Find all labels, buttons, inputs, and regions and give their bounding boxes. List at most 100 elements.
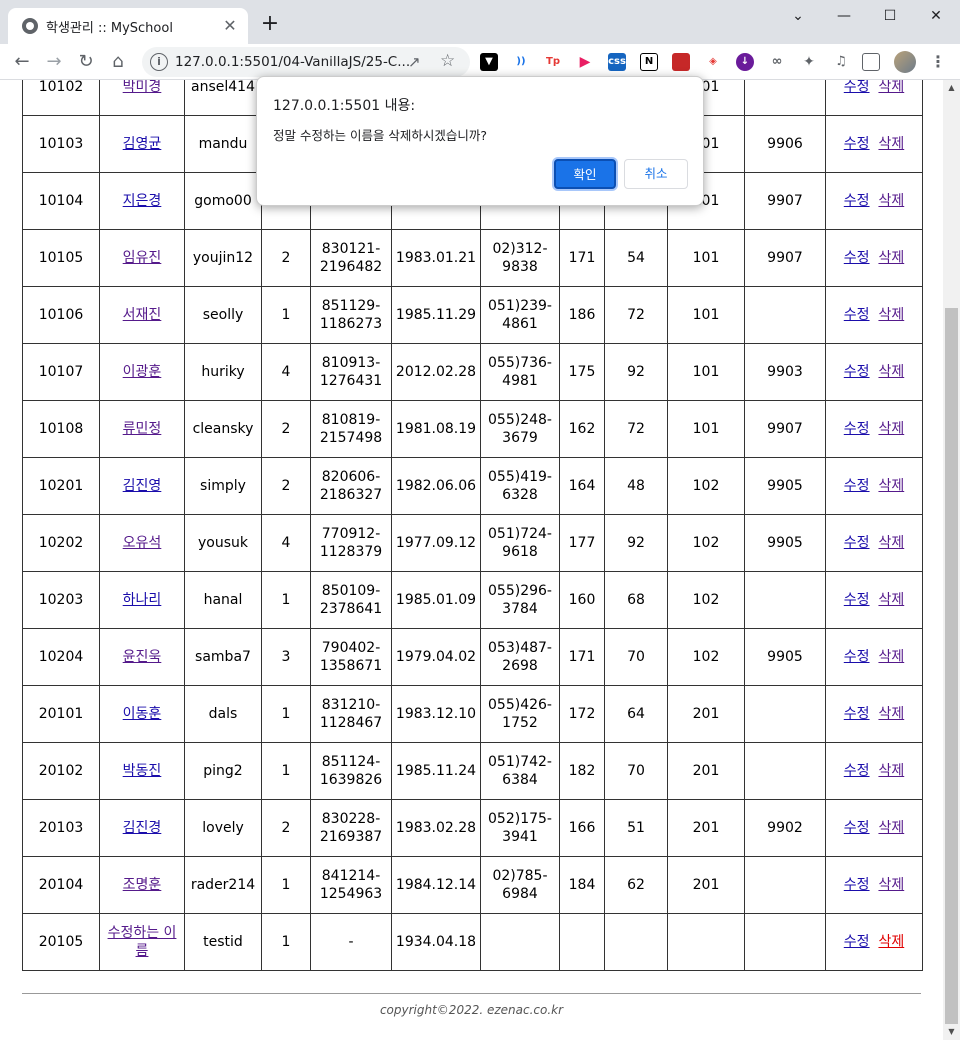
dept-cell: 102 <box>667 571 745 629</box>
address-bar[interactable]: i 127.0.0.1:5501/04-VanillaJS/25-C... ↗ … <box>142 47 470 77</box>
delete-link[interactable]: 삭제 <box>878 307 904 323</box>
share-icon[interactable]: ↗ <box>408 53 421 71</box>
minimize-button[interactable]: — <box>824 6 864 26</box>
home-icon[interactable]: ⌂ <box>106 50 130 74</box>
birthdate-cell: 1934.04.18 <box>391 913 481 971</box>
prof-cell <box>744 856 826 914</box>
student-name-link[interactable]: 임유진 <box>123 250 162 266</box>
profile-avatar[interactable] <box>894 51 916 73</box>
edit-link[interactable]: 수정 <box>844 136 870 152</box>
edit-link[interactable]: 수정 <box>844 706 870 722</box>
browser-tab[interactable]: 학생관리 :: MySchool ✕ <box>8 8 248 44</box>
delete-link[interactable]: 삭제 <box>878 592 904 608</box>
delete-link[interactable]: 삭제 <box>878 820 904 836</box>
close-window-button[interactable]: ✕ <box>916 6 956 26</box>
new-tab-button[interactable]: + <box>258 12 282 36</box>
delete-link[interactable]: 삭제 <box>878 421 904 437</box>
download-extension-icon[interactable]: ▼ <box>480 53 498 71</box>
link-extension-icon[interactable]: ∞ <box>768 53 786 71</box>
tp-extension-icon[interactable]: Tp <box>544 53 562 71</box>
close-tab-icon[interactable]: ✕ <box>220 16 240 36</box>
css-extension-icon[interactable]: css <box>608 53 626 71</box>
book-extension-icon[interactable] <box>672 53 690 71</box>
student-name-link[interactable]: 오유석 <box>123 535 162 551</box>
scroll-down-arrow-icon[interactable]: ▼ <box>943 1024 960 1040</box>
student-name-link[interactable]: 이동훈 <box>123 706 162 722</box>
actions-cell: 수정 삭제 <box>825 742 923 800</box>
maximize-button[interactable]: ☐ <box>870 6 910 26</box>
edit-link[interactable]: 수정 <box>844 307 870 323</box>
height-cell: 160 <box>559 571 605 629</box>
delete-link[interactable]: 삭제 <box>878 478 904 494</box>
delete-link[interactable]: 삭제 <box>878 250 904 266</box>
delete-link[interactable]: 삭제 <box>878 136 904 152</box>
student-name-link[interactable]: 하나리 <box>123 592 162 608</box>
student-name-link[interactable]: 조명훈 <box>123 877 162 893</box>
confirm-cancel-button[interactable]: 취소 <box>624 159 688 189</box>
edit-link[interactable]: 수정 <box>844 421 870 437</box>
confirm-ok-button[interactable]: 확인 <box>554 159 616 189</box>
delete-link[interactable]: 삭제 <box>878 193 904 209</box>
student-name-link[interactable]: 박동진 <box>123 763 162 779</box>
delete-link[interactable]: 삭제 <box>878 364 904 380</box>
delete-link[interactable]: 삭제 <box>878 877 904 893</box>
puzzle-icon[interactable]: ✦ <box>800 53 818 71</box>
student-no-cell: 10201 <box>22 457 100 515</box>
user-id-cell: samba7 <box>184 628 262 686</box>
vertical-scrollbar[interactable]: ▲ ▼ <box>943 80 960 1040</box>
download-circle-extension-icon[interactable]: ↓ <box>736 53 754 71</box>
edit-link[interactable]: 수정 <box>844 250 870 266</box>
delete-link[interactable]: 삭제 <box>878 706 904 722</box>
student-name-link[interactable]: 지은경 <box>123 193 162 209</box>
play-extension-icon[interactable]: ▶ <box>576 53 594 71</box>
forward-icon[interactable]: → <box>42 50 66 74</box>
sidebar-icon[interactable] <box>862 53 880 71</box>
site-info-icon[interactable]: i <box>150 53 168 71</box>
notion-extension-icon[interactable]: N <box>640 53 658 71</box>
student-name-link[interactable]: 김영균 <box>123 136 162 152</box>
delete-link[interactable]: 삭제 <box>878 934 904 950</box>
edit-link[interactable]: 수정 <box>844 592 870 608</box>
user-id-cell: ping2 <box>184 742 262 800</box>
audio-extension-icon[interactable]: )) <box>512 53 530 71</box>
jumin-cell: 830121-2196482 <box>310 229 392 287</box>
edit-link[interactable]: 수정 <box>844 934 870 950</box>
student-name-link[interactable]: 박미경 <box>123 80 162 95</box>
user-id-cell: mandu <box>184 115 262 173</box>
student-name-link[interactable]: 수정하는 이름 <box>108 925 177 959</box>
back-icon[interactable]: ← <box>10 50 34 74</box>
kebab-menu-icon[interactable]: ⋮ <box>930 50 946 74</box>
student-name-cell: 박미경 <box>99 80 185 116</box>
bookmark-star-icon[interactable]: ☆ <box>440 51 455 71</box>
edit-link[interactable]: 수정 <box>844 763 870 779</box>
student-name-link[interactable]: 김진경 <box>123 820 162 836</box>
shield-extension-icon[interactable]: ◈ <box>704 53 722 71</box>
table-row: 20105 수정하는 이름 testid 1-1934.04.18 수정 삭제 <box>22 913 923 971</box>
delete-link[interactable]: 삭제 <box>878 649 904 665</box>
delete-link[interactable]: 삭제 <box>878 80 904 95</box>
media-icon[interactable]: ♫ <box>832 53 850 71</box>
student-name-link[interactable]: 류민정 <box>123 421 162 437</box>
edit-link[interactable]: 수정 <box>844 649 870 665</box>
tel-cell: 051)742-6384 <box>480 742 560 800</box>
delete-link[interactable]: 삭제 <box>878 763 904 779</box>
student-name-link[interactable]: 윤진욱 <box>123 649 162 665</box>
weight-cell: 54 <box>604 229 668 287</box>
delete-link[interactable]: 삭제 <box>878 535 904 551</box>
edit-link[interactable]: 수정 <box>844 820 870 836</box>
edit-link[interactable]: 수정 <box>844 478 870 494</box>
scroll-up-arrow-icon[interactable]: ▲ <box>943 80 960 96</box>
student-name-link[interactable]: 서재진 <box>123 307 162 323</box>
url-text[interactable]: 127.0.0.1:5501/04-VanillaJS/25-C... <box>175 54 410 70</box>
student-name-link[interactable]: 김진영 <box>123 478 162 494</box>
height-cell: 172 <box>559 685 605 743</box>
tab-search-icon[interactable]: ⌄ <box>778 6 818 26</box>
edit-link[interactable]: 수정 <box>844 364 870 380</box>
edit-link[interactable]: 수정 <box>844 877 870 893</box>
edit-link[interactable]: 수정 <box>844 80 870 95</box>
edit-link[interactable]: 수정 <box>844 535 870 551</box>
edit-link[interactable]: 수정 <box>844 193 870 209</box>
student-name-link[interactable]: 이광훈 <box>123 364 162 380</box>
scrollbar-thumb[interactable] <box>945 308 958 1024</box>
reload-icon[interactable]: ↻ <box>74 50 98 74</box>
